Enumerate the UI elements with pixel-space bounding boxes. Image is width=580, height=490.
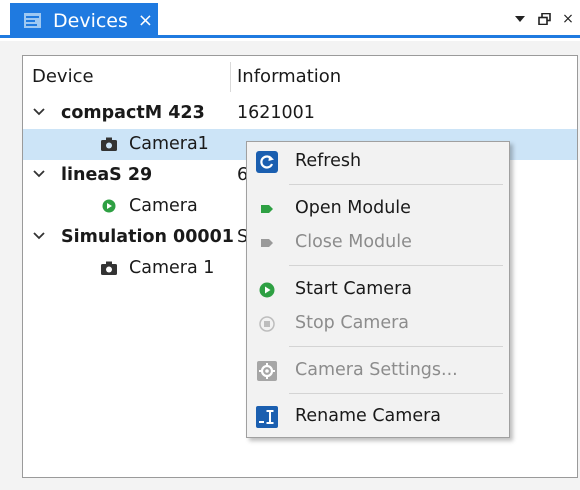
gear-icon — [255, 359, 279, 383]
device-name: compactM 423 — [61, 103, 205, 123]
menu-item-camera-settings[interactable]: Camera Settings... — [247, 354, 509, 388]
pane-float-icon[interactable] — [532, 8, 556, 30]
menu-item-refresh[interactable]: Refresh — [247, 145, 509, 179]
menu-label: Camera Settings... — [295, 360, 458, 380]
menu-item-open-module[interactable]: Open Module — [247, 192, 509, 226]
menu-label: Rename Camera — [295, 406, 442, 426]
tab-close-icon[interactable]: × — [138, 11, 153, 30]
pane-dropdown-icon[interactable] — [508, 8, 532, 30]
pane-close-icon[interactable]: × — [556, 8, 580, 30]
refresh-icon — [255, 150, 279, 174]
device-info: 1621001 — [237, 103, 315, 123]
device-name: lineaS 29 — [61, 165, 153, 185]
menu-item-start-camera[interactable]: Start Camera — [247, 273, 509, 307]
camera-name: Camera 1 — [129, 258, 215, 278]
stop-icon — [255, 312, 279, 336]
camera-name: Camera1 — [129, 134, 209, 154]
menu-item-rename-camera[interactable]: Rename Camera — [247, 400, 509, 434]
tab-devices[interactable]: Devices × — [10, 3, 158, 38]
context-menu: Refresh Open Module Close Module Start C… — [246, 141, 510, 438]
column-header-information[interactable]: Information — [237, 66, 341, 87]
camera-icon — [101, 137, 117, 151]
module-close-icon — [255, 231, 279, 255]
camera-name: Camera — [129, 196, 198, 216]
menu-label: Start Camera — [295, 279, 412, 299]
menu-label: Refresh — [295, 151, 362, 171]
module-open-icon — [255, 197, 279, 221]
tree-header: Device Information — [23, 56, 577, 96]
menu-label: Open Module — [295, 198, 411, 218]
camera-icon — [101, 261, 117, 275]
menu-item-close-module[interactable]: Close Module — [247, 226, 509, 260]
menu-separator — [289, 346, 503, 347]
menu-separator — [289, 265, 503, 266]
start-icon — [255, 278, 279, 302]
column-header-device[interactable]: Device — [32, 66, 94, 87]
menu-separator — [289, 393, 503, 394]
menu-label: Stop Camera — [295, 313, 410, 333]
column-separator[interactable] — [230, 62, 231, 92]
chevron-down-icon[interactable] — [31, 104, 47, 120]
tab-title: Devices — [53, 9, 128, 32]
device-list-icon — [24, 13, 41, 28]
menu-label: Close Module — [295, 232, 412, 252]
tab-bar: Devices × × — [0, 0, 580, 38]
menu-separator — [289, 184, 503, 185]
device-row-compactm[interactable]: compactM 423 1621001 — [23, 98, 577, 129]
menu-item-stop-camera[interactable]: Stop Camera — [247, 307, 509, 341]
chevron-down-icon[interactable] — [31, 166, 47, 182]
rename-icon — [255, 405, 279, 429]
play-icon — [102, 199, 116, 213]
device-name: Simulation 00001 — [61, 227, 234, 247]
chevron-down-icon[interactable] — [31, 228, 47, 244]
